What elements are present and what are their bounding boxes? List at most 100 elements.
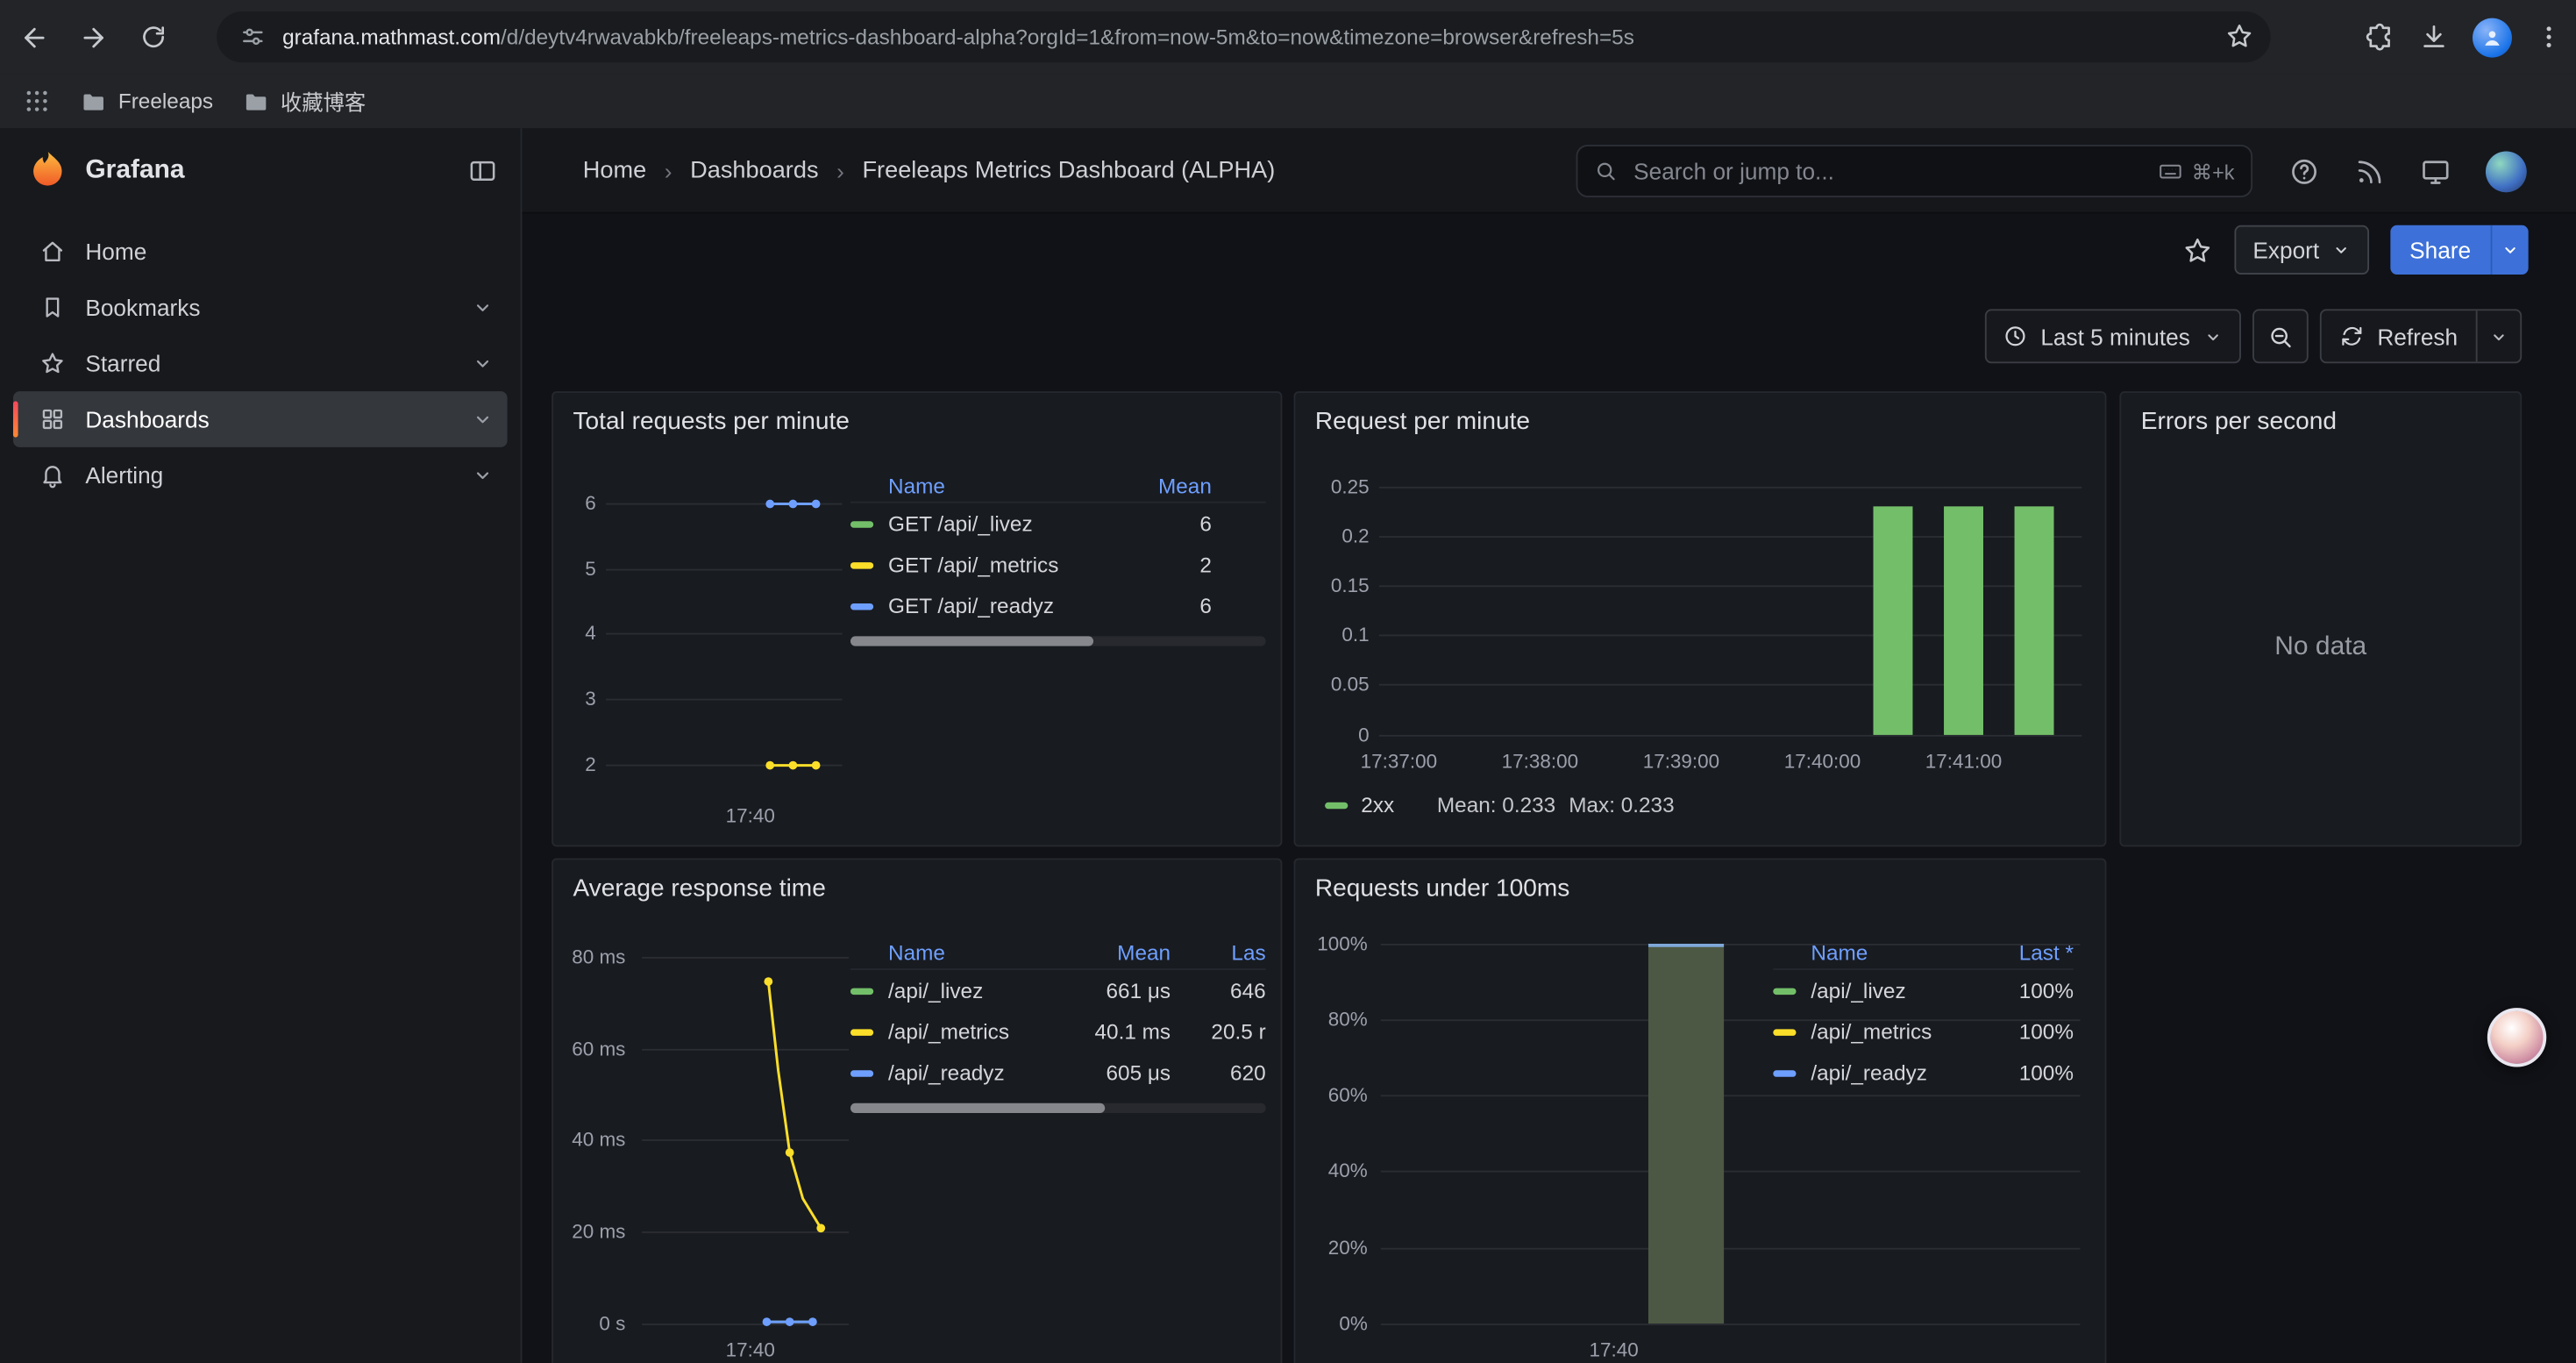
time-range-picker[interactable]: Last 5 minutes [1985, 309, 2241, 363]
refresh-button[interactable]: Refresh [2322, 310, 2476, 361]
monitor-icon[interactable] [2420, 155, 2451, 187]
share-menu-caret[interactable] [2491, 225, 2529, 275]
series-name[interactable]: 2xx [1361, 793, 1394, 817]
grafana-logo[interactable] [26, 150, 69, 193]
search-icon [1594, 160, 1617, 182]
back-button[interactable] [10, 12, 59, 61]
panel-title[interactable]: Requests under 100ms [1315, 874, 1569, 903]
panel-title[interactable]: Total requests per minute [573, 408, 850, 436]
browser-menu-icon[interactable] [2535, 23, 2563, 51]
bookmark-folder-freeleaps[interactable]: Freeleaps [81, 88, 213, 114]
user-avatar[interactable] [2486, 151, 2527, 192]
series-marker-green [1773, 988, 1796, 994]
y-tick: 5 [557, 556, 596, 582]
sidebar-item-starred[interactable]: Starred [13, 335, 508, 391]
chevron-down-icon[interactable] [471, 296, 494, 318]
series-name[interactable]: /api/_metrics [1811, 1019, 1982, 1044]
export-label: Export [2252, 237, 2319, 263]
breadcrumb-current: Freeleaps Metrics Dashboard (ALPHA) [862, 158, 1275, 184]
panel-title[interactable]: Errors per second [2141, 408, 2337, 436]
assistant-avatar[interactable] [2487, 1008, 2546, 1067]
favorite-dashboard-star-icon[interactable] [2182, 234, 2214, 266]
reload-button[interactable] [128, 12, 177, 61]
breadcrumb-dashboards[interactable]: Dashboards [690, 158, 818, 184]
line-chart[interactable] [636, 946, 856, 1348]
keyboard-icon [2157, 158, 2183, 184]
share-label[interactable]: Share [2390, 225, 2491, 275]
time-controls: Last 5 minutes Refresh [1985, 309, 2522, 363]
x-tick: 17:39:00 [1632, 748, 1730, 774]
series-name[interactable]: /api/_readyz [1811, 1060, 1982, 1085]
refresh-label: Refresh [2377, 323, 2458, 349]
legend-header: Name Mean [850, 468, 1266, 503]
y-tick: 0 [1302, 722, 1370, 748]
series-last: 100% [1982, 1019, 2074, 1044]
legend-col-name[interactable]: Name [888, 473, 1114, 497]
legend-row: /api/_livez 100% [1773, 970, 2074, 1011]
sidebar-item-alerting[interactable]: Alerting [13, 447, 508, 503]
url-text: grafana.mathmast.com/d/deytv4rwavabkb/fr… [282, 25, 1634, 49]
series-marker-green [1325, 802, 1348, 808]
search-bar[interactable]: ⌘+k [1576, 145, 2252, 197]
legend-scrollbar[interactable] [850, 636, 1266, 646]
legend-col-name[interactable]: Name [1811, 939, 1982, 964]
site-settings-icon[interactable] [239, 24, 266, 50]
help-icon[interactable] [2288, 155, 2320, 187]
news-feed-icon[interactable] [2354, 155, 2386, 187]
bar-chart[interactable] [1372, 475, 2087, 755]
sidebar-item-dashboards[interactable]: Dashboards [13, 391, 508, 447]
legend-col-last[interactable]: Las [1171, 939, 1266, 964]
forward-button[interactable] [69, 12, 118, 61]
share-button[interactable]: Share [2390, 225, 2529, 275]
legend-col-name[interactable]: Name [888, 939, 1056, 964]
sidebar-toggle-icon[interactable] [468, 156, 498, 186]
downloads-icon[interactable] [2418, 21, 2450, 53]
series-name[interactable]: GET /api/_readyz [888, 594, 1114, 618]
legend-col-mean[interactable]: Mean [1114, 473, 1266, 497]
extensions-icon[interactable] [2364, 21, 2395, 53]
series-name[interactable]: GET /api/_livez [888, 511, 1114, 536]
bookmark-folder-blogs[interactable]: 收藏博客 [243, 85, 366, 117]
breadcrumb-home[interactable]: Home [583, 158, 646, 184]
chevron-down-icon[interactable] [471, 464, 494, 487]
export-button[interactable]: Export [2235, 225, 2369, 275]
url-bar[interactable]: grafana.mathmast.com/d/deytv4rwavabkb/fr… [217, 11, 2270, 62]
back-icon [19, 22, 49, 52]
series-name[interactable]: /api/_readyz [888, 1060, 1056, 1085]
search-shortcut: ⌘+k [2157, 158, 2234, 184]
series-max: Max: 0.233 [1569, 793, 1674, 817]
browser-profile-avatar[interactable] [2473, 18, 2512, 57]
series-marker-blue [1773, 1069, 1796, 1075]
y-tick: 20 ms [553, 1218, 625, 1245]
apps-grid-icon[interactable] [23, 87, 51, 115]
series-name[interactable]: GET /api/_metrics [888, 553, 1114, 577]
refresh-interval-caret[interactable] [2476, 310, 2521, 361]
series-name[interactable]: /api/_livez [1811, 978, 1982, 1003]
bookmark-star-icon[interactable] [2224, 21, 2254, 51]
legend-table: Name Mean Las /api/_livez 661 μs 646 /ap… [850, 936, 1266, 1094]
series-marker-blue [850, 1069, 873, 1075]
folder-icon [243, 88, 269, 114]
legend-col-mean[interactable]: Mean [1056, 939, 1171, 964]
chevron-down-icon[interactable] [471, 352, 494, 375]
line-chart[interactable] [599, 489, 845, 784]
clock-icon [2003, 324, 2027, 348]
series-name[interactable]: /api/_livez [888, 978, 1056, 1003]
zoom-out-button[interactable] [2252, 309, 2309, 363]
legend-col-last[interactable]: Last * [1982, 939, 2074, 964]
legend-scrollbar[interactable] [850, 1103, 1266, 1113]
search-input[interactable] [1630, 156, 2157, 186]
sidebar-item-label: Alerting [85, 462, 163, 489]
sidebar-item-home[interactable]: Home [13, 224, 508, 280]
sidebar-item-bookmarks[interactable]: Bookmarks [13, 280, 508, 336]
panel-title[interactable]: Request per minute [1315, 408, 1530, 436]
y-tick: 0.05 [1302, 671, 1370, 697]
legend-row: GET /api/_metrics 2 [850, 544, 1266, 585]
panel-title[interactable]: Average response time [573, 874, 826, 903]
chevron-down-icon[interactable] [471, 408, 494, 431]
series-name[interactable]: /api/_metrics [888, 1019, 1056, 1044]
series-mean: 6 [1114, 594, 1266, 618]
y-tick: 0.15 [1302, 572, 1370, 598]
folder-icon [81, 88, 107, 114]
chevron-down-icon [2489, 326, 2508, 346]
